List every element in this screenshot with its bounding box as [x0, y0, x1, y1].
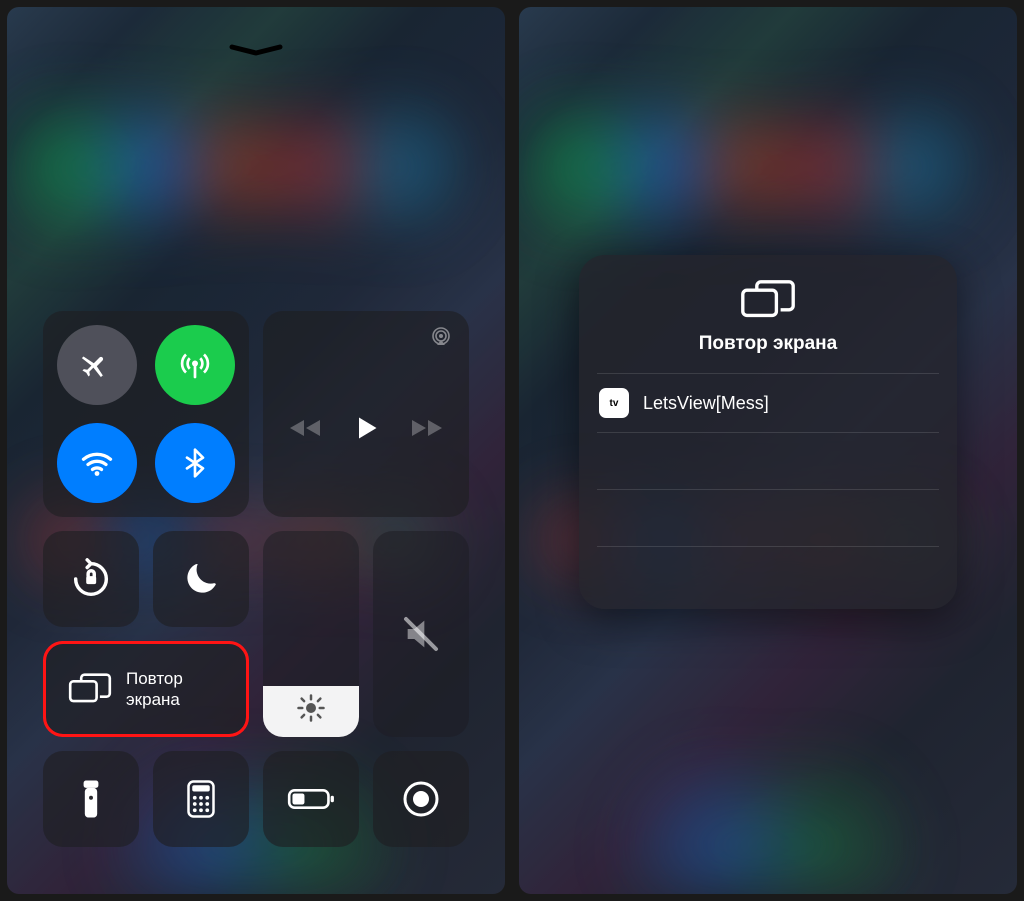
calculator-icon — [186, 779, 216, 819]
closing-grabber-icon[interactable] — [228, 43, 284, 57]
brightness-slider[interactable] — [263, 531, 359, 737]
rotation-lock-button[interactable] — [43, 531, 139, 627]
mirroring-target-row-empty[interactable] — [579, 433, 957, 489]
flashlight-button[interactable] — [43, 751, 139, 847]
calculator-button[interactable] — [153, 751, 249, 847]
cellular-data-button[interactable] — [155, 325, 235, 405]
airplane-icon — [80, 348, 114, 382]
phone-left-control-center: Повтор экрана — [7, 7, 505, 894]
rotation-lock-icon — [68, 556, 114, 602]
phone-right-mirroring-picker: Повтор экрана tv LetsView[Mess] — [519, 7, 1017, 894]
play-icon[interactable] — [352, 413, 380, 443]
volume-slider[interactable] — [373, 531, 469, 737]
bluetooth-button[interactable] — [155, 423, 235, 503]
airplane-mode-button[interactable] — [57, 325, 137, 405]
mirroring-target-row-empty[interactable] — [579, 547, 957, 603]
cellular-antenna-icon — [177, 347, 213, 383]
control-center-grid: Повтор экрана — [43, 311, 469, 847]
fast-forward-icon[interactable] — [410, 416, 444, 440]
apple-tv-icon: tv — [599, 388, 629, 418]
wifi-button[interactable] — [57, 423, 137, 503]
do-not-disturb-button[interactable] — [153, 531, 249, 627]
picker-title: Повтор экрана — [699, 333, 837, 355]
mirroring-target-row[interactable]: tv LetsView[Mess] — [579, 374, 957, 432]
battery-icon — [287, 786, 335, 812]
mirroring-target-row-empty[interactable] — [579, 490, 957, 546]
bluetooth-icon — [179, 447, 211, 479]
wifi-icon — [79, 445, 115, 481]
connectivity-group — [43, 311, 249, 517]
rewind-icon[interactable] — [288, 416, 322, 440]
screen-mirroring-button[interactable]: Повтор экрана — [43, 641, 249, 737]
volume-mute-icon — [401, 614, 441, 654]
moon-icon — [181, 559, 221, 599]
brightness-icon — [296, 693, 326, 723]
mirroring-target-name: LetsView[Mess] — [643, 393, 769, 414]
airplay-audio-icon — [429, 325, 453, 349]
screen-mirroring-icon — [68, 672, 112, 706]
flashlight-icon — [81, 778, 101, 820]
low-power-mode-button[interactable] — [263, 751, 359, 847]
record-icon — [401, 779, 441, 819]
screen-mirroring-label: Повтор экрана — [126, 668, 183, 711]
screen-mirroring-icon — [740, 279, 796, 321]
screen-record-button[interactable] — [373, 751, 469, 847]
screen-mirroring-picker: Повтор экрана tv LetsView[Mess] — [579, 255, 957, 609]
media-playback-tile[interactable] — [263, 311, 469, 517]
